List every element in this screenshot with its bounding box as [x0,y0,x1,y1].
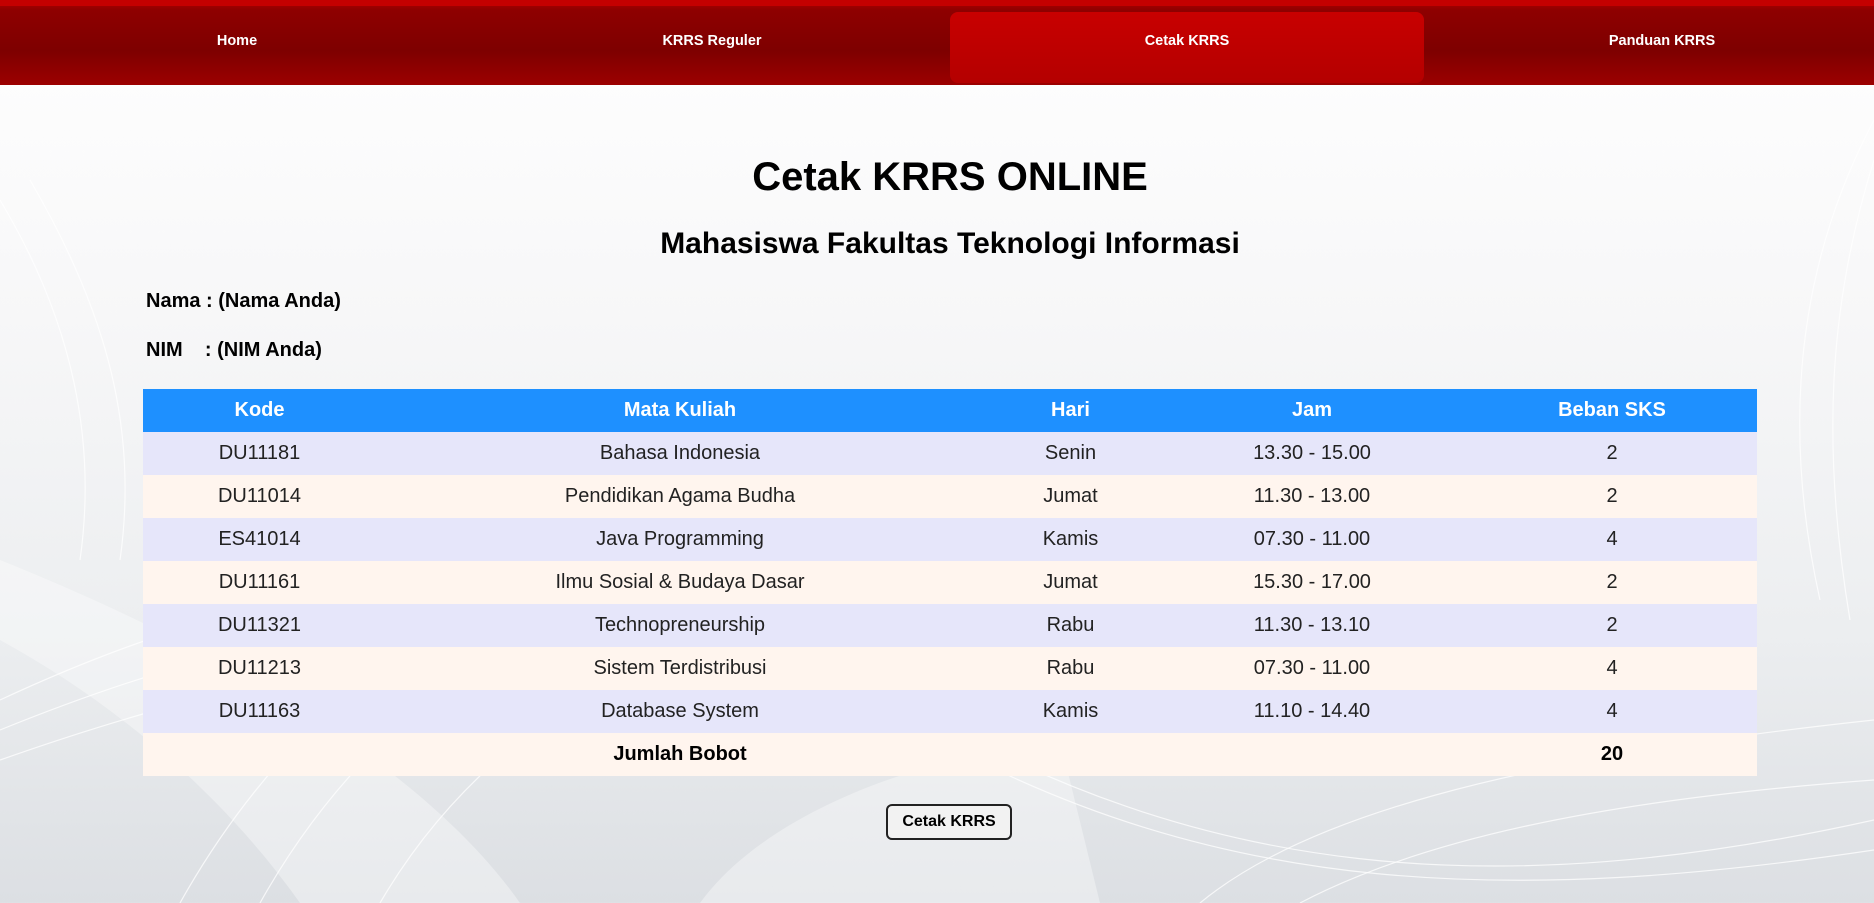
cell-kode: DU11321 [143,604,376,647]
cell-empty [984,733,1157,776]
cell-beban-sks: 4 [1467,518,1757,561]
nav-item-cetak-krrs[interactable]: Cetak KRRS [950,12,1424,83]
cell-jam: 07.30 - 11.00 [1157,647,1467,690]
cell-kode: DU11181 [143,432,376,475]
cell-beban-sks: 2 [1467,432,1757,475]
cell-mata-kuliah: Java Programming [376,518,984,561]
cell-jam: 13.30 - 15.00 [1157,432,1467,475]
page-title: Cetak KRRS ONLINE [752,155,1148,199]
table-row: DU11161 Ilmu Sosial & Budaya Dasar Jumat… [143,561,1757,604]
cell-kode: DU11014 [143,475,376,518]
cell-kode: ES41014 [143,518,376,561]
nav-item-home[interactable]: Home [0,12,474,83]
student-name: Nama : (Nama Anda) [146,290,341,312]
cell-kode: DU11163 [143,690,376,733]
cell-beban-sks: 2 [1467,561,1757,604]
cell-kode: DU11161 [143,561,376,604]
table-row: DU11213 Sistem Terdistribusi Rabu 07.30 … [143,647,1757,690]
cell-mata-kuliah: Sistem Terdistribusi [376,647,984,690]
cell-empty [1157,733,1467,776]
table-row: DU11181 Bahasa Indonesia Senin 13.30 - 1… [143,432,1757,475]
column-header-beban-sks: Beban SKS [1467,389,1757,432]
cell-jam: 11.30 - 13.00 [1157,475,1467,518]
cell-mata-kuliah: Ilmu Sosial & Budaya Dasar [376,561,984,604]
table-total-row: Jumlah Bobot 20 [143,733,1757,776]
cell-jam: 11.30 - 13.10 [1157,604,1467,647]
table-row: ES41014 Java Programming Kamis 07.30 - 1… [143,518,1757,561]
cell-hari: Kamis [984,518,1157,561]
cell-hari: Rabu [984,647,1157,690]
cell-beban-sks: 2 [1467,604,1757,647]
table-row: DU11163 Database System Kamis 11.10 - 14… [143,690,1757,733]
cell-jam: 11.10 - 14.40 [1157,690,1467,733]
navbar-top-accent [0,0,1874,6]
cell-jam: 15.30 - 17.00 [1157,561,1467,604]
nav-item-krrs-reguler[interactable]: KRRS Reguler [475,12,949,83]
cell-hari: Rabu [984,604,1157,647]
cell-hari: Jumat [984,475,1157,518]
column-header-jam: Jam [1157,389,1467,432]
cell-hari: Kamis [984,690,1157,733]
table-header-row: Kode Mata Kuliah Hari Jam Beban SKS [143,389,1757,432]
total-label: Jumlah Bobot [376,733,984,776]
total-value: 20 [1467,733,1757,776]
top-navbar: Home KRRS Reguler Cetak KRRS Panduan KRR… [0,0,1874,85]
table-row: DU11014 Pendidikan Agama Budha Jumat 11.… [143,475,1757,518]
column-header-hari: Hari [984,389,1157,432]
cell-beban-sks: 4 [1467,647,1757,690]
print-krrs-button[interactable]: Cetak KRRS [886,804,1012,840]
cell-beban-sks: 4 [1467,690,1757,733]
cell-hari: Jumat [984,561,1157,604]
cell-mata-kuliah: Pendidikan Agama Budha [376,475,984,518]
cell-kode: DU11213 [143,647,376,690]
cell-beban-sks: 2 [1467,475,1757,518]
cell-mata-kuliah: Technopreneurship [376,604,984,647]
krrs-table: Kode Mata Kuliah Hari Jam Beban SKS DU11… [143,389,1757,776]
nav-item-panduan-krrs[interactable]: Panduan KRRS [1425,12,1874,83]
cell-mata-kuliah: Bahasa Indonesia [376,432,984,475]
table-row: DU11321 Technopreneurship Rabu 11.30 - 1… [143,604,1757,647]
student-nim: NIM : (NIM Anda) [146,339,322,361]
cell-jam: 07.30 - 11.00 [1157,518,1467,561]
cell-empty [143,733,376,776]
cell-mata-kuliah: Database System [376,690,984,733]
column-header-kode: Kode [143,389,376,432]
cell-hari: Senin [984,432,1157,475]
page-subtitle: Mahasiswa Fakultas Teknologi Informasi [660,227,1240,260]
column-header-mata-kuliah: Mata Kuliah [376,389,984,432]
